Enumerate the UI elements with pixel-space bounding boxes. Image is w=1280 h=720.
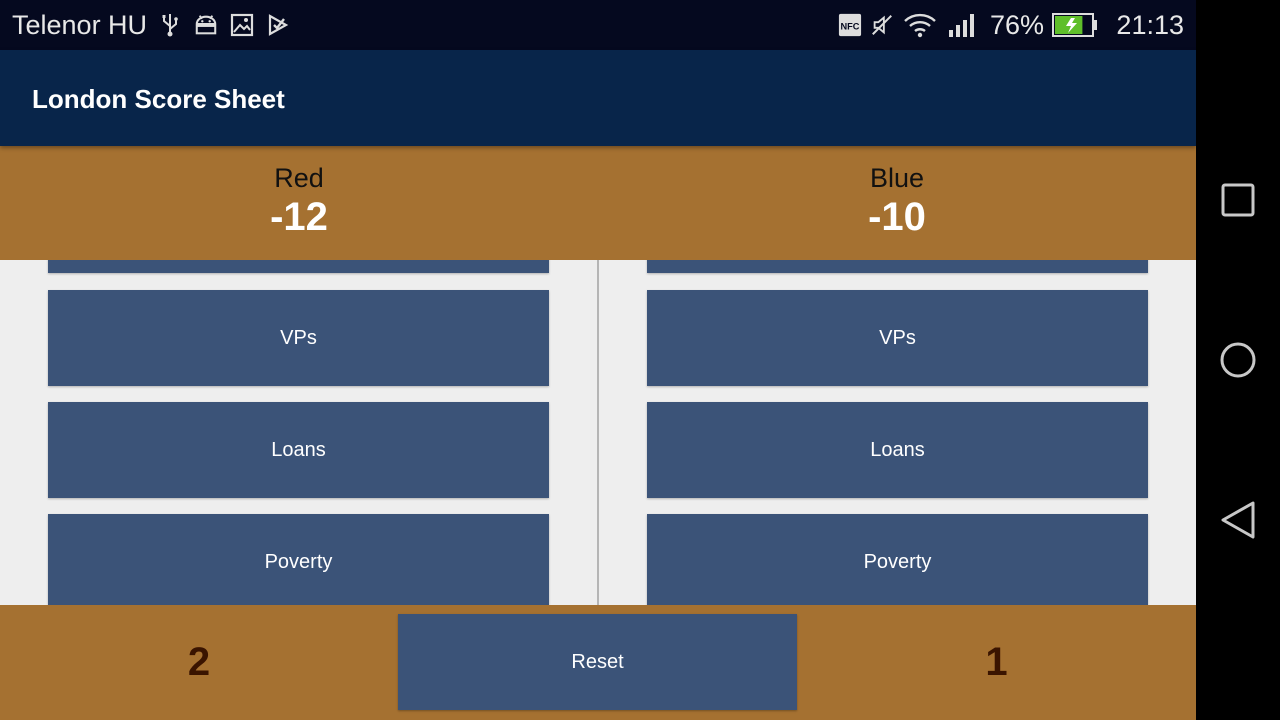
team-name: Blue	[869, 163, 925, 193]
team-red-header: Red -12	[0, 146, 598, 240]
task-icon	[266, 10, 290, 40]
recents-square-icon[interactable]	[1214, 176, 1262, 224]
category-button-partial[interactable]	[48, 260, 549, 273]
red-poverty-button[interactable]: Poverty	[48, 514, 549, 605]
navigation-bar	[1196, 0, 1280, 720]
signal-icon	[946, 10, 980, 40]
usb-icon	[158, 10, 182, 40]
bottom-bar: 2 Reset 1	[0, 605, 1196, 720]
blue-poverty-button[interactable]: Poverty	[647, 514, 1148, 605]
category-list[interactable]: VPs Loans Poverty VPs Loans Poverty	[0, 260, 1196, 605]
red-loans-button[interactable]: Loans	[48, 402, 549, 498]
team-blue-header: Blue -10	[598, 146, 1196, 240]
clock: 21:13	[1116, 10, 1184, 40]
system-icons: NFC 76%	[838, 10, 1098, 40]
blue-count: 1	[985, 640, 1008, 684]
carrier-name: Telenor HU	[12, 10, 148, 40]
team-score: -12	[270, 195, 328, 239]
team-score: -10	[868, 195, 926, 239]
back-triangle-icon[interactable]	[1214, 496, 1262, 544]
column-divider	[597, 260, 599, 605]
android-icon	[194, 10, 218, 40]
battery-charging-icon	[1052, 10, 1098, 40]
nfc-icon: NFC	[838, 10, 862, 40]
red-vps-button[interactable]: VPs	[48, 290, 549, 386]
nfc-label: NFC	[841, 22, 860, 32]
status-bar: Telenor HU NFC 76% 21:13	[0, 0, 1196, 50]
image-icon	[230, 10, 254, 40]
category-button-partial[interactable]	[647, 260, 1148, 273]
mute-icon	[870, 10, 894, 40]
red-count: 2	[187, 640, 211, 684]
score-header: Red -12 Blue -10	[0, 146, 1196, 260]
home-circle-icon[interactable]	[1214, 336, 1262, 384]
wifi-icon	[902, 10, 938, 40]
app-title: London Score Sheet	[32, 84, 285, 114]
blue-vps-button[interactable]: VPs	[647, 290, 1148, 386]
notification-icons	[158, 10, 290, 40]
app-screen: Telenor HU NFC 76% 21:13 London Score Sh…	[0, 0, 1196, 720]
battery-percent: 76%	[990, 10, 1045, 40]
blue-loans-button[interactable]: Loans	[647, 402, 1148, 498]
reset-button[interactable]: Reset	[398, 614, 797, 710]
team-name: Red	[274, 163, 324, 193]
app-bar: London Score Sheet	[0, 50, 1196, 146]
